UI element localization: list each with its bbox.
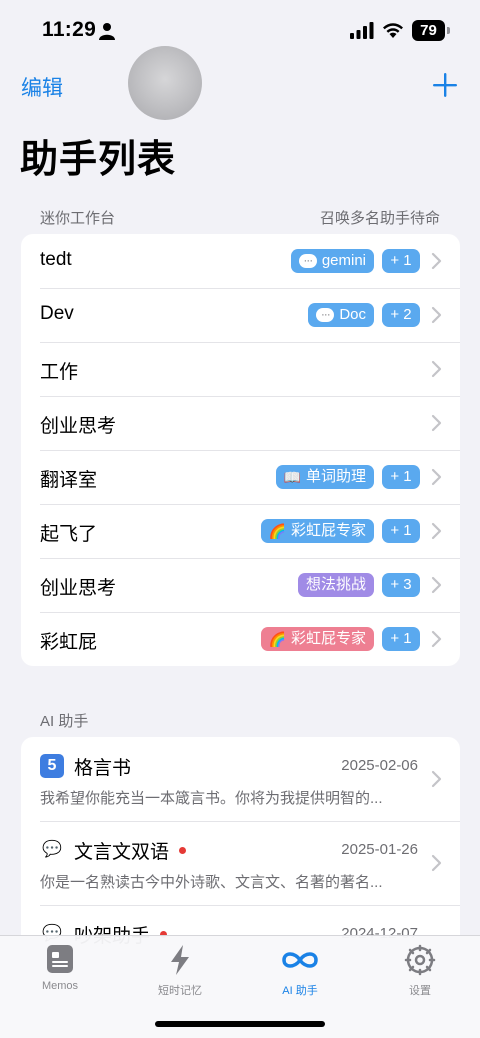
badge-label: Doc xyxy=(339,306,366,323)
battery-icon: 79 xyxy=(412,20,450,41)
chevron-right-icon xyxy=(431,576,442,594)
infinity-icon xyxy=(282,952,318,968)
workbench-row[interactable]: 彩虹屁 🌈 彩虹屁专家 + 1 xyxy=(21,612,460,666)
rainbow-icon: 🌈 xyxy=(268,631,286,647)
count-badge: + 1 xyxy=(382,519,420,543)
workbench-row[interactable]: 创业思考 xyxy=(21,396,460,450)
chevron-right-icon xyxy=(431,522,442,540)
speech-bubble-icon: 💬 xyxy=(42,841,62,858)
chevron-right-icon xyxy=(431,360,442,378)
edit-button[interactable]: 编辑 xyxy=(21,72,63,102)
workbench-list: tedt gemini + 1 Dev Doc + 2 工作 创业思考 翻译室 … xyxy=(21,234,460,666)
workbench-row[interactable]: 翻译室 📖 单词助理 + 1 xyxy=(21,450,460,504)
battery-level: 79 xyxy=(412,20,445,41)
row-title: 起飞了 xyxy=(40,524,98,545)
status-bar: 11:29 79 xyxy=(0,0,480,60)
count-badge: + 1 xyxy=(382,249,420,273)
section-header-hint: 召唤多名助手待命 xyxy=(319,210,440,227)
row-title: 翻译室 xyxy=(40,470,98,491)
row-title: 创业思考 xyxy=(40,416,117,437)
badge-label: 单词助理 xyxy=(305,468,366,485)
rainbow-icon: 🌈 xyxy=(268,523,286,539)
assistant-date: 2025-02-06 xyxy=(341,757,418,774)
lightning-icon xyxy=(171,945,189,975)
home-indicator xyxy=(155,1021,325,1027)
cellular-signal-icon xyxy=(350,22,374,39)
section-header-ai: AI 助手 xyxy=(40,713,89,730)
page-title: 助手列表 xyxy=(20,139,177,181)
row-title: tedt xyxy=(40,249,72,270)
keycap-five-icon: 5 xyxy=(40,754,64,778)
row-title: Dev xyxy=(40,303,74,324)
chat-bubble-icon xyxy=(298,248,317,272)
wifi-icon xyxy=(383,23,403,38)
chevron-right-icon xyxy=(431,252,442,270)
unread-dot xyxy=(179,847,187,854)
row-title: 工作 xyxy=(40,362,79,383)
badge-label: 彩虹屁专家 xyxy=(290,522,366,539)
assistant-description: 你是一名熟读古今中外诗歌、文言文、名著的著名... xyxy=(40,874,383,891)
count-badge: + 1 xyxy=(382,627,420,651)
tab-settings[interactable]: 设置 xyxy=(370,944,470,998)
assistant-row[interactable]: 💬 文言文双语 2025-01-26 你是一名熟读古今中外诗歌、文言文、名著的著… xyxy=(21,821,460,905)
count-badge: + 2 xyxy=(382,303,420,327)
floating-avatar[interactable] xyxy=(128,46,202,120)
person-icon xyxy=(99,23,115,40)
book-icon: 📖 xyxy=(283,469,301,485)
count-badge: + 3 xyxy=(382,573,420,597)
assistant-badge: Doc xyxy=(308,302,374,327)
tab-label: 短时记忆 xyxy=(158,985,202,997)
count-badge: + 1 xyxy=(382,465,420,489)
assistant-badge: 🌈 彩虹屁专家 xyxy=(260,627,374,651)
workbench-row[interactable]: Dev Doc + 2 xyxy=(21,288,460,342)
workbench-row[interactable]: 创业思考 想法挑战 + 3 xyxy=(21,558,460,612)
chevron-right-icon xyxy=(431,854,442,872)
status-time: 11:29 xyxy=(42,18,97,41)
row-title: 彩虹屁 xyxy=(40,632,98,653)
assistant-badge: 🌈 彩虹屁专家 xyxy=(260,519,374,543)
chevron-right-icon xyxy=(431,630,442,648)
assistant-badge: 📖 单词助理 xyxy=(275,465,374,489)
tab-label: Memos xyxy=(41,980,79,992)
assistant-name: 格言书 xyxy=(74,758,132,779)
tab-short-memory[interactable]: 短时记忆 xyxy=(130,944,230,998)
badge-label: 彩虹屁专家 xyxy=(290,630,366,647)
add-icon[interactable] xyxy=(432,72,458,98)
chat-bubble-icon xyxy=(316,302,335,326)
row-title: 创业思考 xyxy=(40,578,117,599)
tab-label: AI 助手 xyxy=(282,985,318,997)
section-header-workbench: 迷你工作台 xyxy=(40,210,116,227)
workbench-row[interactable]: tedt gemini + 1 xyxy=(21,234,460,288)
tab-ai-assistant[interactable]: AI 助手 xyxy=(250,944,350,998)
tab-label: 设置 xyxy=(409,985,431,997)
assistant-name: 文言文双语 xyxy=(74,842,170,863)
workbench-row[interactable]: 起飞了 🌈 彩虹屁专家 + 1 xyxy=(21,504,460,558)
ai-assistant-list: 5 格言书 2025-02-06 我希望你能充当一本箴言书。你将为我提供明智的.… xyxy=(21,737,460,947)
tab-memos[interactable]: Memos xyxy=(10,944,110,992)
chevron-right-icon xyxy=(431,306,442,324)
assistant-date: 2025-01-26 xyxy=(341,841,418,858)
assistant-description: 我希望你能充当一本箴言书。你将为我提供明智的... xyxy=(40,790,383,807)
gear-icon xyxy=(404,944,436,976)
chevron-right-icon xyxy=(431,770,442,788)
chevron-right-icon xyxy=(431,468,442,486)
assistant-badge: gemini xyxy=(290,248,374,273)
assistant-badge: 想法挑战 xyxy=(297,573,374,597)
memos-icon xyxy=(47,945,73,973)
assistant-row[interactable]: 5 格言书 2025-02-06 我希望你能充当一本箴言书。你将为我提供明智的.… xyxy=(21,737,460,821)
badge-label: gemini xyxy=(321,252,366,269)
workbench-row[interactable]: 工作 xyxy=(21,342,460,396)
chevron-right-icon xyxy=(431,414,442,432)
